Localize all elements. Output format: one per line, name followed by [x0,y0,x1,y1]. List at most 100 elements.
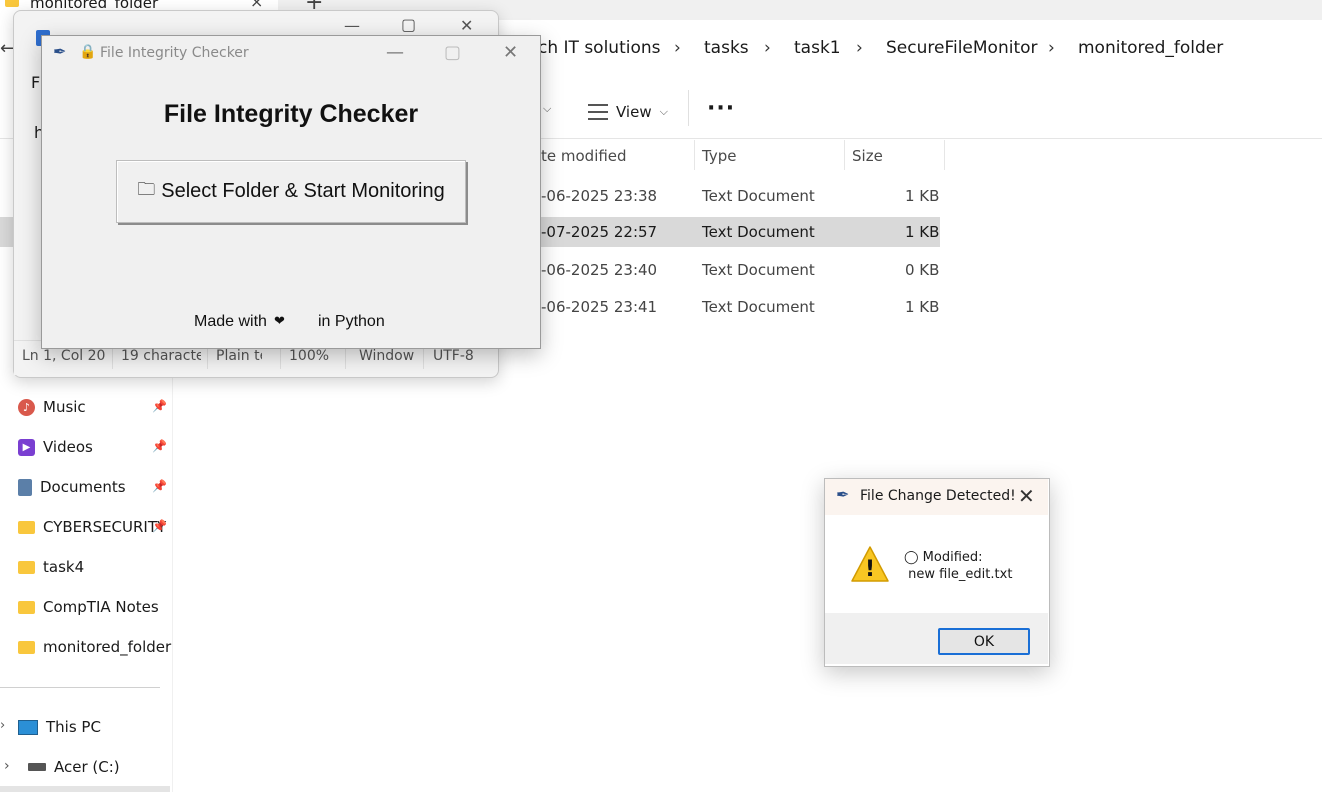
nav-item-videos[interactable]: ▶ Videos [18,435,93,459]
file-date: -06-2025 23:38 [541,187,658,205]
pin-icon[interactable]: 📌 [152,479,167,493]
file-type: Text Document [702,187,815,205]
nav-label: Music [43,398,86,416]
pin-icon[interactable]: 📌 [152,519,167,533]
status-encoding: UTF-8 [433,348,474,364]
dialog-message: ◯ Modified: new file_edit.txt [904,550,1013,582]
dialog-close-icon[interactable]: ✕ [1018,484,1035,508]
file-type: Text Document [702,261,815,279]
status-position: Ln 1, Col 20 [22,348,106,364]
file-size: 0 KB [905,261,940,279]
status-characters: 19 characte [121,348,201,364]
file-type: Text Document [702,223,815,241]
breadcrumb-chevron-icon: › [856,38,863,58]
select-folder-label: Select Folder & Start Monitoring [161,180,445,202]
view-label: View [616,103,652,121]
nav-item-monitored-folder[interactable]: monitored_folder [18,635,171,659]
notepad-maximize-icon[interactable]: ▢ [401,15,416,34]
notepad-minimize-icon[interactable]: — [344,16,360,35]
pin-icon[interactable]: 📌 [152,399,167,413]
breadcrumb-chevron-icon: › [1048,38,1055,58]
ok-button[interactable]: OK [938,628,1030,655]
nav-item-comptia-notes[interactable]: CompTIA Notes [18,595,159,619]
music-icon: ♪ [18,398,35,416]
expand-chevron-icon[interactable]: › [4,758,10,774]
column-size[interactable]: Size [852,147,883,165]
videos-icon: ▶ [18,438,35,456]
breadcrumb-item[interactable]: tasks [704,38,749,58]
footer-in-python: in Python [318,313,385,330]
breadcrumb-chevron-icon: › [674,38,681,58]
column-divider[interactable] [944,140,945,170]
nav-label: CYBERSECURITY [43,518,167,536]
file-date: -06-2025 23:40 [541,261,658,279]
sort-caret-icon[interactable]: ⌵ [543,102,551,116]
tk-maximize-icon[interactable]: ▢ [444,42,461,63]
folder-icon [18,560,35,574]
file-type: Text Document [702,298,815,316]
svg-text:!: ! [865,557,875,582]
file-size: 1 KB [905,187,940,205]
notepad-close-icon[interactable]: ✕ [460,16,473,35]
dialog-title: File Change Detected! [860,488,1016,504]
toolbar-divider [688,90,689,126]
heart-icon: ❤ [274,313,285,328]
nav-item-acer-drive[interactable]: Acer (C:) [28,755,120,779]
column-divider[interactable] [844,140,845,170]
status-zoom: 100% [289,348,330,364]
tk-feather-icon: ✒ [53,42,67,61]
tk-minimize-icon[interactable]: — [386,42,404,63]
file-date: -07-2025 22:57 [541,223,658,241]
tk-lock-icon: 🔒 [79,44,97,60]
nav-item-task4[interactable]: task4 [18,555,84,579]
nav-item-cybersecurity[interactable]: CYBERSECURITY [18,515,166,539]
nav-label: Documents [40,478,126,496]
more-options-button[interactable]: ··· [707,96,735,121]
drive-icon [28,763,46,771]
expand-chevron-icon[interactable]: › [0,718,5,733]
documents-icon [18,478,32,496]
nav-label: monitored_folder [43,638,172,656]
file-size: 1 KB [905,298,940,316]
folder-icon: 🗀 [137,178,156,199]
file-date: -06-2025 23:41 [541,298,658,316]
tk-window-title: File Integrity Checker [100,45,249,61]
nav-item-this-pc[interactable]: This PC [18,715,101,739]
nav-item-documents[interactable]: Documents [18,475,126,499]
status-format: Plain te [216,348,262,364]
this-pc-icon [18,719,38,735]
nav-divider [0,687,160,688]
breadcrumb-chevron-icon: › [764,38,771,58]
nav-label: Acer (C:) [54,758,120,776]
pin-icon[interactable]: 📌 [152,439,167,453]
folder-icon [5,0,19,7]
column-type[interactable]: Type [702,147,736,165]
nav-label: task4 [43,558,85,576]
column-date-modified[interactable]: te modified [541,147,627,165]
nav-label: Videos [43,438,93,456]
folder-icon [18,600,35,614]
folder-icon [18,520,35,534]
app-heading: File Integrity Checker [163,100,419,128]
view-button[interactable]: View ⌵ [588,100,668,124]
breadcrumb-item[interactable]: monitored_folder [1078,38,1223,58]
notepad-menu-file[interactable]: F [31,73,40,92]
folder-icon [18,640,35,654]
status-line-ending: Window [359,348,414,364]
column-divider[interactable] [694,140,695,170]
view-lines-icon [588,104,608,120]
breadcrumb-item[interactable]: ch IT solutions [538,38,661,58]
warning-icon: ! [851,546,889,582]
chevron-down-icon: ⌵ [659,105,668,118]
footer-made-with: Made with [194,313,267,330]
nav-item-music[interactable]: ♪ Music [18,395,86,419]
scroll-strip [0,786,170,792]
file-size: 1 KB [905,223,940,241]
select-folder-button[interactable]: 🗀 Select Folder & Start Monitoring [116,160,466,223]
tk-close-icon[interactable]: ✕ [503,42,518,63]
nav-label: CompTIA Notes [43,598,159,616]
breadcrumb-item[interactable]: SecureFileMonitor [886,38,1038,58]
dialog-feather-icon: ✒ [836,485,850,504]
nav-label: This PC [46,718,101,736]
breadcrumb-item[interactable]: task1 [794,38,841,58]
